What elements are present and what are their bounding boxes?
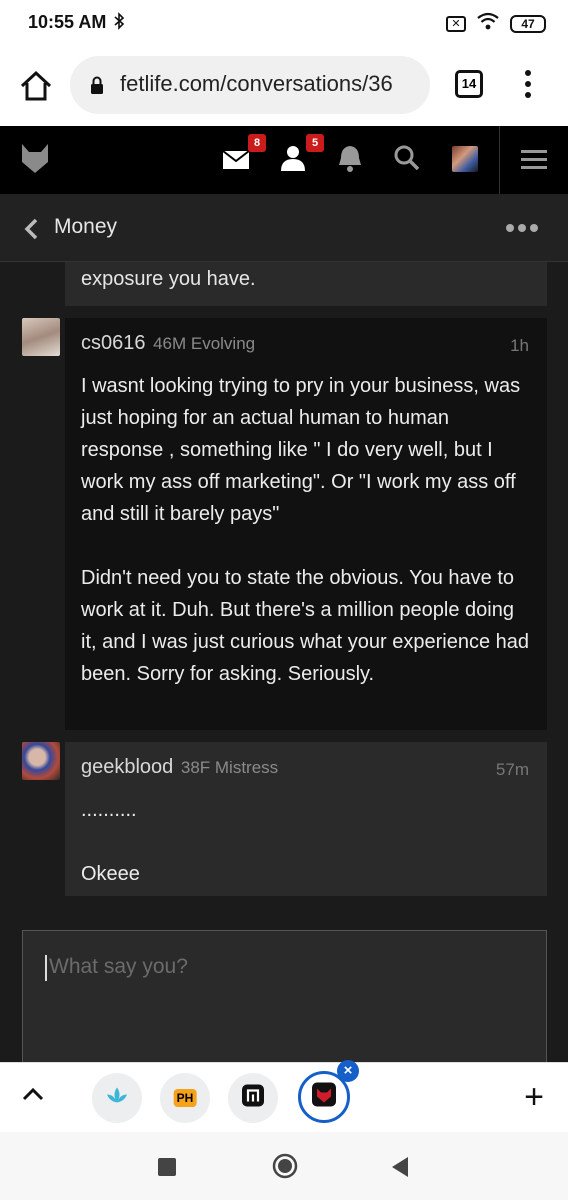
back-chevron-icon[interactable] [24,218,38,245]
lotus-icon [105,1087,129,1110]
message-item: cs0616 46M Evolving 1h I wasnt looking t… [65,318,547,730]
fetlife-app-icon [312,1082,336,1112]
messages-badge: 8 [248,134,266,152]
nav-divider [499,126,500,194]
close-icon[interactable]: × [337,1060,359,1082]
back-triangle-icon[interactable] [390,1156,410,1183]
reply-placeholder: What say you? [49,955,188,978]
friends-nav-item[interactable]: 5 [280,134,324,176]
wifi-icon [476,12,500,35]
envelope-icon [222,150,250,169]
add-icon[interactable]: + [524,1080,544,1114]
message-text: .......... Okeee [81,799,140,885]
lock-icon [90,76,104,94]
message-text: I wasnt looking trying to pry in your bu… [81,375,530,685]
message-user-meta: 38F Mistress [180,758,279,777]
home-circle-icon[interactable] [272,1153,298,1184]
lotus-app-button[interactable] [92,1073,142,1123]
reply-input[interactable]: What say you? [22,930,547,1062]
address-bar[interactable]: fetlife.com/conversations/36 [70,56,430,114]
message-user-meta: 46M Evolving [153,334,256,353]
bell-icon[interactable] [337,144,369,176]
browser-toolbar: fetlife.com/conversations/36 14 [0,46,568,126]
more-options-icon[interactable] [506,224,538,232]
avatar[interactable] [22,742,60,780]
app-tray: PH × + [0,1060,568,1132]
system-nav-bar [0,1132,568,1200]
message-username[interactable]: cs0616 [81,332,146,354]
home-icon[interactable] [18,68,54,104]
message-time: 57m [495,760,529,779]
black-app-button[interactable] [228,1073,278,1123]
message-time: 1h [510,336,529,355]
message-username[interactable]: geekblood [81,756,173,778]
browser-menu-icon[interactable] [518,70,538,102]
message-text: exposure you have. [81,268,256,290]
battery-indicator: 47 [510,14,546,33]
person-icon [281,146,305,171]
search-icon[interactable] [393,144,425,176]
chevron-up-icon[interactable] [22,1087,44,1106]
conversation-header: Money [0,194,568,262]
profile-avatar[interactable] [452,146,478,172]
avatar[interactable] [22,318,60,356]
status-bar: 10:55 AM ✕ 47 [0,0,568,46]
ph-app-label: PH [173,1089,197,1107]
site-nav: 8 5 [0,126,568,194]
conversation-thread[interactable]: exposure you have. cs0616 46M Evolving 1… [0,262,568,1062]
url-text: fetlife.com/conversations/36 [120,71,393,96]
message-item: geekblood 38F Mistress 57m .......... Ok… [65,742,547,896]
tab-switcher-button[interactable]: 14 [455,70,483,98]
ph-app-button[interactable]: PH [160,1073,210,1123]
recents-square-icon[interactable] [158,1158,176,1181]
previous-message: exposure you have. [65,262,547,306]
status-time: 10:55 AM [28,12,107,32]
fetlife-app-button[interactable]: × [298,1060,359,1123]
conversation-title[interactable]: Money [54,215,117,239]
app-square-icon [242,1084,264,1112]
text-cursor [45,955,47,981]
sim-icon: ✕ [446,15,466,32]
bluetooth-icon [114,12,125,35]
messages-nav-item[interactable]: 8 [222,134,266,176]
fetlife-logo-icon[interactable] [20,142,50,174]
hamburger-menu-icon[interactable] [521,148,553,180]
friends-badge: 5 [306,134,324,152]
